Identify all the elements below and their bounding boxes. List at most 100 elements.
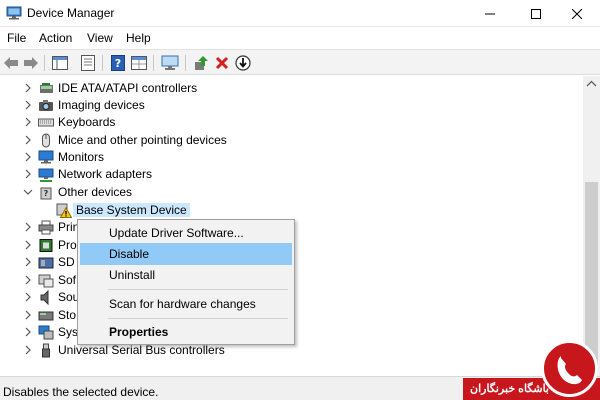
tree-item-label: Other devices <box>58 185 133 199</box>
menu-item-label: Update Driver Software... <box>109 226 244 240</box>
forward-arrow-icon <box>24 57 38 69</box>
chevron-right-icon[interactable] <box>22 239 34 251</box>
toolbar: ? <box>0 49 600 75</box>
software-device-icon <box>38 274 54 288</box>
watermark-text: باشگاه خبرنگاران <box>470 383 549 395</box>
svg-text:?: ? <box>44 189 49 198</box>
menu-view[interactable]: View <box>87 31 113 45</box>
tree-item-label: Sto <box>58 308 77 322</box>
back-button[interactable] <box>1 53 21 73</box>
update-driver-button[interactable] <box>191 53 211 73</box>
close-button[interactable] <box>554 0 600 27</box>
storage-icon <box>38 311 54 321</box>
maximize-icon <box>531 8 541 19</box>
window-title: Device Manager <box>27 6 115 20</box>
tree-item-label: SD <box>58 255 75 269</box>
chevron-right-icon[interactable] <box>22 291 34 303</box>
chevron-right-icon[interactable] <box>22 82 34 94</box>
forward-button[interactable] <box>21 53 41 73</box>
context-menu: Update Driver Software... Disable Uninst… <box>77 219 295 345</box>
menu-file[interactable]: File <box>7 31 26 45</box>
menu-item-label: Scan for hardware changes <box>109 297 256 311</box>
chevron-right-icon[interactable] <box>22 344 34 356</box>
toolbar-separator <box>44 55 45 71</box>
tree-item-label: Base System Device <box>73 203 190 217</box>
system-devices-icon <box>38 325 54 340</box>
chevron-right-icon[interactable] <box>22 256 34 268</box>
menu-item-label: Uninstall <box>109 268 156 282</box>
console-tree-icon <box>52 56 68 70</box>
properties-sheet-icon <box>81 55 95 71</box>
close-icon <box>572 8 582 19</box>
network-adapter-icon <box>38 168 54 182</box>
monitor-icon <box>38 150 54 164</box>
minimize-button[interactable] <box>467 0 513 27</box>
scan-hardware-button[interactable] <box>160 53 180 73</box>
chevron-right-icon[interactable] <box>22 221 34 233</box>
tree-item-network-adapters[interactable]: Network adapters <box>0 166 583 183</box>
grid-view-icon <box>131 56 147 70</box>
toolbar-separator <box>153 55 154 71</box>
keyboard-icon <box>38 118 54 127</box>
menu-item-update-driver[interactable]: Update Driver Software... <box>80 222 292 244</box>
ide-controller-icon <box>40 83 53 93</box>
sd-host-icon <box>38 257 54 269</box>
menu-action[interactable]: Action <box>39 31 72 45</box>
processor-icon <box>39 239 53 252</box>
tree-item-base-system-device[interactable]: Base System Device <box>0 202 583 219</box>
toolbar-separator <box>102 55 103 71</box>
back-arrow-icon <box>4 57 18 69</box>
update-driver-icon <box>195 56 208 70</box>
tree-item-label: Monitors <box>58 150 105 164</box>
chevron-right-icon[interactable] <box>22 99 34 111</box>
tree-item-label: Imaging devices <box>58 98 145 112</box>
monitor-scan-icon <box>161 55 179 70</box>
maximize-button[interactable] <box>513 0 559 27</box>
vertical-scrollbar[interactable] <box>583 76 600 376</box>
mouse-icon <box>42 133 50 148</box>
title-bar: Device Manager <box>0 0 600 27</box>
tree-item-ide-controllers[interactable]: IDE ATA/ATAPI controllers <box>0 80 583 97</box>
menu-item-uninstall[interactable]: Uninstall <box>80 264 292 286</box>
menu-separator <box>108 289 288 290</box>
chevron-right-icon[interactable] <box>22 151 34 163</box>
device-manager-icon <box>6 6 22 20</box>
tree-item-mice[interactable]: Mice and other pointing devices <box>0 132 583 149</box>
chevron-right-icon[interactable] <box>22 309 34 321</box>
chevron-right-icon[interactable] <box>22 326 34 338</box>
menu-item-label: Disable <box>109 247 150 261</box>
help-book-icon: ? <box>111 55 125 71</box>
menu-help[interactable]: Help <box>126 31 151 45</box>
tree-item-keyboards[interactable]: Keyboards <box>0 114 583 131</box>
uninstall-device-button[interactable] <box>212 53 232 73</box>
tree-item-label: Universal Serial Bus controllers <box>58 343 225 357</box>
menu-item-scan-hardware[interactable]: Scan for hardware changes <box>80 293 292 315</box>
watermark-logo <box>541 340 598 397</box>
usb-icon <box>42 343 50 358</box>
help-toolbar-button[interactable]: ? <box>108 53 128 73</box>
action-pane-button[interactable] <box>129 53 149 73</box>
chevron-right-icon[interactable] <box>22 274 34 286</box>
red-x-icon <box>215 56 229 70</box>
tree-item-other-devices[interactable]: ? Other devices <box>0 184 583 201</box>
menu-item-properties[interactable]: Properties <box>80 321 292 343</box>
tree-item-label: Network adapters <box>58 167 153 181</box>
chevron-right-icon[interactable] <box>22 134 34 146</box>
scroll-up-arrow-icon[interactable] <box>586 80 597 87</box>
camera-icon <box>39 100 53 111</box>
chevron-right-icon[interactable] <box>22 116 34 128</box>
status-text: Disables the selected device. <box>3 385 159 399</box>
chevron-right-icon[interactable] <box>22 168 34 180</box>
show-hide-tree-button[interactable] <box>50 53 70 73</box>
toolbar-separator <box>185 55 186 71</box>
tree-item-monitors[interactable]: Monitors <box>0 149 583 166</box>
warning-device-icon <box>56 203 72 218</box>
properties-toolbar-button[interactable] <box>78 53 98 73</box>
unknown-device-icon: ? <box>40 187 52 200</box>
minimize-icon <box>485 13 495 14</box>
chevron-down-icon[interactable] <box>22 186 34 198</box>
menu-item-disable[interactable]: Disable <box>80 243 292 265</box>
tree-item-imaging-devices[interactable]: Imaging devices <box>0 97 583 114</box>
tree-item-label: Mice and other pointing devices <box>58 133 227 147</box>
disable-device-button[interactable] <box>233 53 253 73</box>
